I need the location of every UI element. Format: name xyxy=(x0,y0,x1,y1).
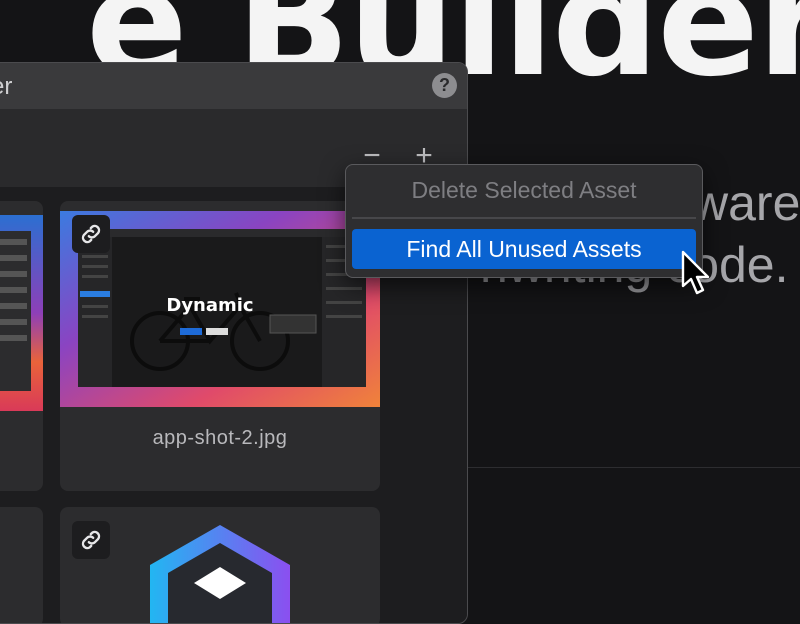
app-logo-icon xyxy=(150,525,290,623)
asset-card[interactable] xyxy=(0,201,43,491)
asset-name: app-shot-2.jpg xyxy=(152,427,288,449)
menu-item-find-all-unused-assets[interactable]: Find All Unused Assets xyxy=(352,229,696,269)
menu-item-delete-selected-asset[interactable]: Delete Selected Asset xyxy=(346,173,702,207)
link-icon xyxy=(81,224,101,244)
panel-title: er xyxy=(0,73,13,100)
panel-titlebar[interactable]: er ? xyxy=(0,63,467,110)
help-button[interactable]: ? xyxy=(432,73,457,98)
asset-thumbnail xyxy=(0,215,43,411)
menu-separator xyxy=(352,217,696,219)
divider-horizontal xyxy=(466,467,800,468)
context-menu: Delete Selected Asset Find All Unused As… xyxy=(345,164,703,278)
asset-card-app-shot-2[interactable]: Dynamic app-shot-2.jpg xyxy=(60,201,380,491)
asset-card[interactable] xyxy=(60,507,380,623)
thumbnail-headline: Dynamic xyxy=(166,295,253,316)
body-line-1: ware. xyxy=(692,175,800,231)
assets-panel: er ? − + xyxy=(0,62,468,624)
link-badge xyxy=(72,521,110,559)
asset-card[interactable] xyxy=(0,507,43,623)
arrow-cursor-icon xyxy=(681,250,710,295)
link-icon xyxy=(81,530,101,550)
link-badge xyxy=(72,215,110,253)
